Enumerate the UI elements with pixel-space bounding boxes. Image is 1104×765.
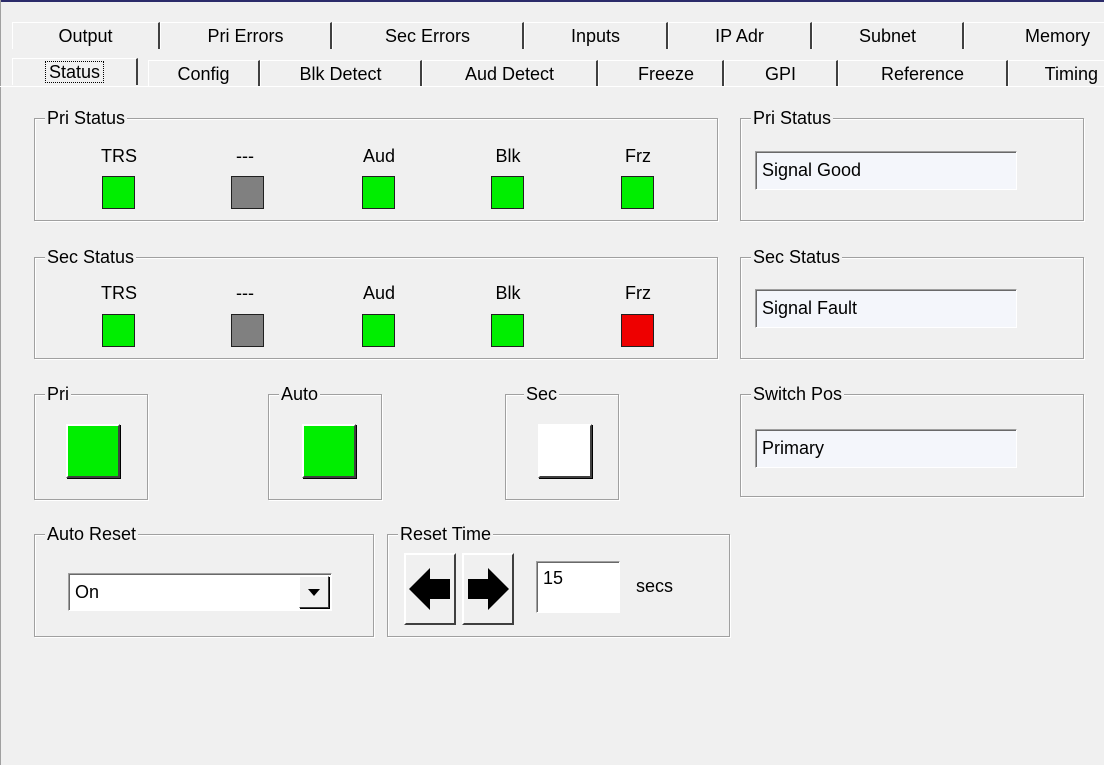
indicator-label-blk: Blk: [495, 146, 521, 166]
switch-pos-group: Switch Pos Primary: [740, 383, 1084, 497]
indicator-label-frz: Frz: [625, 283, 651, 303]
tab-sec-errors[interactable]: Sec Errors: [332, 22, 524, 49]
tab-config[interactable]: Config: [148, 60, 260, 87]
indicator-label-aud: Aud: [362, 283, 396, 303]
group-title: Switch Pos: [751, 383, 845, 405]
pri-aud-lamp: [362, 176, 395, 209]
reset-time-input[interactable]: 15: [536, 561, 620, 613]
sec-status-group: Sec Status TRS --- Aud Blk Frz: [34, 246, 718, 359]
arrow-left-icon: [409, 568, 450, 610]
tab-label: Freeze: [637, 64, 694, 84]
tab-label: Config: [177, 64, 230, 84]
pri-unused-lamp: [231, 176, 264, 209]
sec-select-button[interactable]: [538, 424, 592, 478]
auto-reset-group: Auto Reset On: [34, 523, 374, 637]
tab-label: Status: [44, 61, 105, 83]
tab-inputs[interactable]: Inputs: [524, 22, 668, 49]
indicator-label-trs: TRS: [101, 283, 137, 303]
auto-select-button[interactable]: [302, 424, 356, 478]
pri-blk-lamp: [491, 176, 524, 209]
tab-blk-detect[interactable]: Blk Detect: [260, 60, 422, 87]
tab-status[interactable]: Status: [12, 58, 138, 85]
sec-button-group: Sec: [505, 383, 619, 500]
group-title: Sec Status: [45, 246, 137, 268]
window-top-border: [0, 0, 1104, 2]
window-left-border: [0, 0, 1, 765]
group-title: Pri Status: [45, 107, 128, 129]
indicator-label-frz: Frz: [625, 146, 651, 166]
tab-aud-detect[interactable]: Aud Detect: [422, 60, 598, 87]
switch-pos-field: Primary: [755, 429, 1017, 468]
pri-select-button[interactable]: [66, 424, 120, 478]
sec-status-text-group: Sec Status Signal Fault: [740, 246, 1084, 359]
tab-output[interactable]: Output: [12, 22, 160, 49]
tab-label: Subnet: [858, 26, 917, 46]
sec-unused-lamp: [231, 314, 264, 347]
indicator-label-trs: TRS: [101, 146, 137, 166]
auto-button-group: Auto: [268, 383, 382, 500]
group-title: Auto: [279, 383, 321, 405]
tab-label: GPI: [764, 64, 796, 84]
indicator-label-blk: Blk: [495, 283, 521, 303]
auto-reset-value: On: [75, 582, 100, 602]
group-title: Reset Time: [398, 523, 494, 545]
tab-label: Inputs: [570, 26, 621, 46]
tab-gpi[interactable]: GPI: [724, 60, 838, 87]
tab-pri-errors[interactable]: Pri Errors: [160, 22, 332, 49]
pri-status-text-group: Pri Status Signal Good: [740, 107, 1084, 221]
tab-reference[interactable]: Reference: [838, 60, 1008, 87]
indicator-label-aud: Aud: [362, 146, 396, 166]
group-title: Sec: [524, 383, 560, 405]
pri-status-group: Pri Status TRS --- Aud Blk Frz: [34, 107, 718, 221]
dropdown-button[interactable]: [299, 576, 329, 608]
tab-freeze[interactable]: Freeze: [598, 60, 724, 87]
indicator-label-unused: ---: [236, 283, 254, 303]
tab-ip-adr[interactable]: IP Adr: [668, 22, 812, 49]
pri-frz-lamp: [621, 176, 654, 209]
tab-label: Sec Errors: [384, 26, 471, 46]
reset-time-unit: secs: [636, 576, 674, 596]
tab-subnet[interactable]: Subnet: [812, 22, 964, 49]
sec-frz-lamp: [621, 314, 654, 347]
decrease-time-button[interactable]: [404, 553, 456, 625]
increase-time-button[interactable]: [462, 553, 514, 625]
chevron-down-icon: [308, 589, 320, 596]
tab-label: Blk Detect: [299, 64, 382, 84]
group-title: Pri: [45, 383, 71, 405]
group-title: Sec Status: [751, 246, 843, 268]
pri-status-field: Signal Good: [755, 151, 1017, 190]
tab-label: Output: [58, 26, 113, 46]
group-title: Auto Reset: [45, 523, 139, 545]
tab-label: Memory: [1024, 26, 1090, 46]
tab-memory[interactable]: Memory: [964, 22, 1104, 49]
tab-label: Reference: [880, 64, 965, 84]
tab-label: Timing: [1044, 64, 1098, 84]
pri-trs-lamp: [102, 176, 135, 209]
pri-button-group: Pri: [34, 383, 148, 500]
sec-trs-lamp: [102, 314, 135, 347]
tab-label: Aud Detect: [464, 64, 555, 84]
sec-aud-lamp: [362, 314, 395, 347]
group-title: Pri Status: [751, 107, 834, 129]
tab-label: IP Adr: [715, 26, 764, 46]
sec-blk-lamp: [491, 314, 524, 347]
tab-timing[interactable]: Timing: [1008, 60, 1104, 87]
tab-label: Pri Errors: [207, 26, 284, 46]
auto-reset-select[interactable]: On: [68, 573, 332, 611]
reset-time-group: Reset Time 15 secs: [387, 523, 730, 637]
indicator-label-unused: ---: [236, 146, 254, 166]
tab-panel-top-edge: [0, 86, 1104, 87]
sec-status-field: Signal Fault: [755, 289, 1017, 328]
arrow-right-icon: [468, 568, 509, 610]
